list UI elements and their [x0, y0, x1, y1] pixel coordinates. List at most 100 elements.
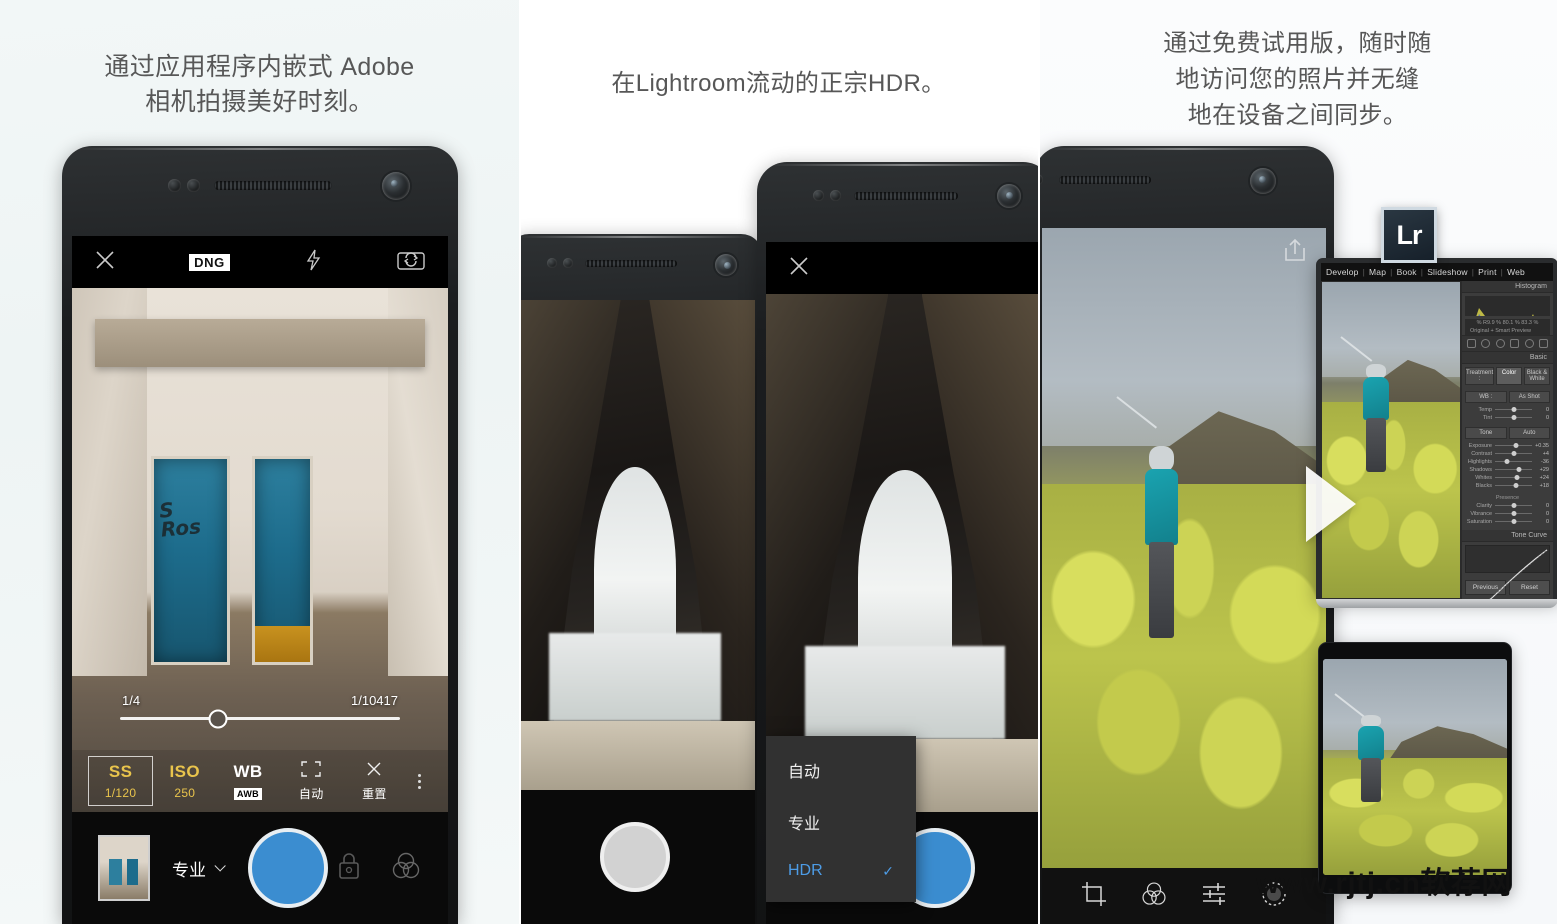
slider-clarity[interactable]: Clarity 0	[1462, 502, 1553, 510]
shutter-button-background-phone[interactable]	[600, 822, 670, 892]
module-separator: |	[1471, 267, 1475, 277]
exposure-slider-knob[interactable]	[208, 709, 228, 728]
module-map[interactable]: Map	[1369, 267, 1386, 277]
adjustments-tool[interactable]	[1201, 881, 1227, 912]
crop-overlay-icon[interactable]	[1466, 338, 1476, 348]
slider-contrast-track[interactable]	[1495, 451, 1532, 457]
close-icon[interactable]	[788, 255, 810, 282]
graduated-filter-icon[interactable]	[1510, 338, 1520, 348]
slider-shadows-track[interactable]	[1495, 467, 1532, 473]
slider-temp-knob[interactable]	[1511, 407, 1516, 413]
treatment-bw-option[interactable]: Black & White	[1524, 366, 1550, 385]
radial-filter-icon[interactable]	[1524, 338, 1534, 348]
dropdown-item-hdr[interactable]: HDR ✓	[766, 848, 916, 894]
slider-blacks-track[interactable]	[1495, 483, 1532, 489]
crop-tool[interactable]	[1081, 881, 1107, 912]
slider-highlights-track[interactable]	[1495, 459, 1532, 465]
module-book[interactable]: Book	[1397, 267, 1417, 277]
slider-shadows-knob[interactable]	[1516, 467, 1522, 473]
basic-panel-header[interactable]: Basic	[1462, 351, 1553, 364]
slider-saturation-track[interactable]	[1495, 519, 1532, 525]
control-reset[interactable]: 重置	[343, 760, 406, 801]
slider-exposure-label: Exposure	[1468, 442, 1492, 449]
control-wb-title: WB	[233, 762, 263, 782]
slider-shadows-label: Shadows	[1469, 466, 1492, 473]
site-watermark: www.rjtj.cn软荐网	[1256, 867, 1512, 900]
slider-saturation-knob[interactable]	[1511, 519, 1516, 525]
module-print[interactable]: Print	[1478, 267, 1496, 277]
slider-exposure[interactable]: Exposure +0.35	[1462, 442, 1553, 450]
lock-icon[interactable]	[336, 851, 362, 886]
close-icon[interactable]	[94, 249, 116, 276]
slider-whites-knob[interactable]	[1514, 475, 1520, 481]
slider-whites[interactable]: Whites +24	[1462, 474, 1553, 482]
flash-icon[interactable]	[303, 249, 323, 276]
wb-value[interactable]: As Shot	[1508, 390, 1550, 403]
control-shutter-speed[interactable]: SS 1/120	[88, 756, 154, 806]
exposure-slider-track[interactable]	[120, 709, 400, 728]
slider-clarity-track[interactable]	[1495, 503, 1532, 509]
control-focus-auto[interactable]: 自动	[280, 760, 343, 801]
kebab-dot	[417, 779, 421, 783]
photo-blue-door	[252, 455, 313, 666]
slider-tint[interactable]: Tint 0	[1462, 414, 1553, 422]
control-white-balance[interactable]: WB AWB	[216, 761, 279, 800]
bezel-highlight	[519, 236, 751, 238]
companion-jacket	[1357, 725, 1385, 761]
shutter-button[interactable]	[248, 828, 328, 908]
slider-tint-track[interactable]	[1495, 415, 1532, 421]
slider-shadows[interactable]: Shadows +29	[1462, 466, 1553, 474]
slider-exposure-knob[interactable]	[1513, 443, 1519, 449]
sync-arrow-icon	[1306, 466, 1356, 542]
slider-contrast[interactable]: Contrast +4	[1462, 450, 1553, 458]
module-web[interactable]: Web	[1507, 267, 1525, 277]
camera-flip-icon[interactable]	[396, 248, 426, 277]
tone-curve-graph[interactable]	[1465, 544, 1550, 599]
slider-temp-track[interactable]	[1495, 407, 1532, 413]
viewfinder-photo-cave-bg	[519, 300, 755, 790]
treatment-color-option[interactable]: Color	[1496, 366, 1523, 385]
spot-removal-icon[interactable]	[1481, 338, 1491, 348]
slider-temp[interactable]: Temp 0	[1462, 406, 1553, 414]
slider-vibrance[interactable]: Vibrance 0	[1462, 510, 1553, 518]
adjustment-brush-icon[interactable]	[1539, 338, 1549, 348]
tone-label: Tone	[1465, 426, 1507, 439]
slider-highlights-knob[interactable]	[1504, 459, 1510, 465]
control-ss-value: 1/120	[104, 785, 137, 800]
slider-vibrance-knob[interactable]	[1511, 511, 1516, 517]
slider-exposure-track[interactable]	[1495, 443, 1532, 449]
module-develop[interactable]: Develop	[1326, 267, 1359, 277]
panel-1-headline-line-2: 相机拍摄美好时刻。	[145, 88, 374, 116]
slider-saturation[interactable]: Saturation 0	[1462, 518, 1553, 526]
shutter-speed-slider[interactable]: 1/4 1/10417	[72, 693, 448, 728]
dng-format-badge[interactable]: DNG	[189, 253, 230, 271]
white-balance-row: WB : As Shot	[1462, 388, 1553, 406]
phone-device-2-foreground: 自动 专业 HDR ✓	[757, 162, 1038, 924]
panel-3-headline-line-2: 地访问您的照片并无缝	[1175, 66, 1420, 93]
slider-vibrance-track[interactable]	[1495, 511, 1532, 517]
slider-blacks[interactable]: Blacks +18	[1462, 482, 1553, 490]
camera-mode-dropdown[interactable]: 自动 专业 HDR ✓	[766, 736, 916, 902]
panel-3-headline-line-3: 地在设备之间同步。	[1187, 102, 1408, 129]
dropdown-item-professional[interactable]: 专业	[766, 796, 916, 848]
more-vertical-icon[interactable]	[406, 773, 432, 789]
share-icon[interactable]	[1282, 236, 1308, 269]
red-eye-icon[interactable]	[1495, 338, 1505, 348]
dropdown-item-auto[interactable]: 自动	[766, 744, 916, 796]
color-presets-tool[interactable]	[1140, 880, 1168, 913]
tone-auto-button[interactable]: Auto	[1508, 426, 1550, 439]
slider-clarity-knob[interactable]	[1511, 503, 1516, 509]
last-photo-thumbnail[interactable]	[98, 835, 150, 901]
slider-clarity-label: Clarity	[1476, 502, 1492, 509]
slider-whites-track[interactable]	[1495, 475, 1532, 481]
camera-mode-selector[interactable]: 专业	[172, 856, 226, 881]
tone-curve-panel-header[interactable]: Tone Curve	[1462, 529, 1553, 542]
color-presets-icon[interactable]	[390, 850, 422, 887]
slider-tint-knob[interactable]	[1511, 415, 1516, 421]
slider-contrast-knob[interactable]	[1511, 451, 1517, 457]
slider-highlights[interactable]: Highlights -36	[1462, 458, 1553, 466]
control-iso[interactable]: ISO 250	[153, 761, 216, 800]
slider-blacks-knob[interactable]	[1513, 483, 1519, 489]
histogram-panel-header[interactable]: Histogram	[1462, 281, 1553, 293]
module-slideshow[interactable]: Slideshow	[1427, 267, 1468, 277]
